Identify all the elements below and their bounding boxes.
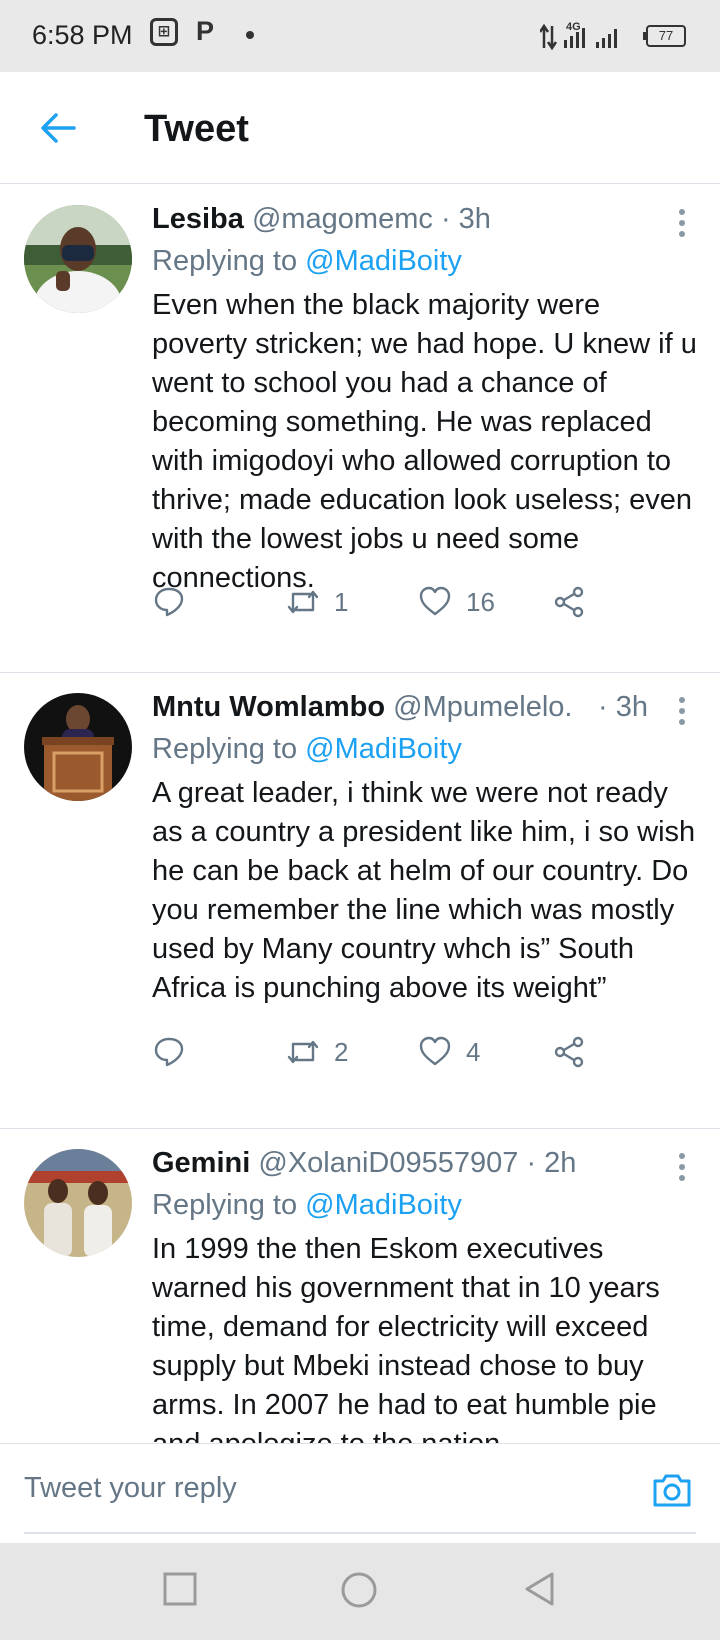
back-arrow-icon[interactable] (36, 106, 80, 150)
retweet-button[interactable]: 1 (286, 585, 348, 619)
retweet-button[interactable]: 2 (286, 1035, 348, 1069)
replying-to: Replying to @MadiBoity (152, 245, 462, 278)
replying-to-label: Replying to (152, 1189, 298, 1221)
heart-icon (419, 586, 451, 616)
tweet-time: · 3h (440, 203, 491, 235)
avatar[interactable] (24, 205, 132, 313)
share-icon (554, 586, 584, 618)
tweet-header: Mntu Womlambo @Mpumelelo... (152, 691, 570, 724)
reply-composer: Tweet your reply (0, 1443, 720, 1543)
parking-notification-icon: P (196, 16, 215, 46)
reply-input-underline (24, 1532, 696, 1534)
back-triangle-icon[interactable] (522, 1571, 558, 1607)
tweet-header: Gemini @XolaniD09557907 · 2h (152, 1147, 650, 1180)
recents-square-icon[interactable] (162, 1571, 198, 1607)
like-count: 4 (466, 1036, 481, 1067)
status-time: 6:58 PM (32, 20, 133, 50)
tweet-actions: 2 4 (152, 1035, 652, 1075)
more-notifications-dot-icon (246, 31, 254, 39)
replying-to-mention[interactable]: @MadiBoity (305, 245, 462, 277)
like-button[interactable]: 16 (418, 585, 495, 619)
tweet-item[interactable]: Gemini @XolaniD09557907 · 2h Replying to… (0, 1129, 720, 1443)
replying-to-label: Replying to (152, 245, 298, 277)
author-handle[interactable]: @magomemc (252, 203, 433, 235)
share-button[interactable] (552, 585, 586, 619)
more-options-icon[interactable] (674, 209, 690, 241)
tweet-header: Lesiba @magomemc · 3h (152, 203, 650, 236)
top-app-bar: Tweet (0, 72, 720, 184)
share-button[interactable] (552, 1035, 586, 1069)
camera-icon[interactable] (650, 1468, 694, 1512)
reply-button[interactable] (152, 585, 186, 619)
author-name[interactable]: Mntu Womlambo (152, 691, 385, 723)
replying-to-mention[interactable]: @MadiBoity (305, 733, 462, 765)
more-options-icon[interactable] (674, 697, 690, 729)
tweet-text: Even when the black majority were povert… (152, 289, 697, 594)
more-options-icon[interactable] (674, 1153, 690, 1185)
tweet-actions: 1 16 (152, 585, 652, 625)
like-button[interactable]: 4 (418, 1035, 480, 1069)
author-name[interactable]: Lesiba (152, 203, 244, 235)
tweet-item[interactable]: Lesiba @magomemc · 3h Replying to @MadiB… (0, 185, 720, 673)
retweet-count: 1 (334, 586, 349, 617)
reply-button[interactable] (152, 1035, 186, 1069)
system-navigation-bar (0, 1543, 720, 1640)
retweet-icon (287, 590, 319, 614)
author-name[interactable]: Gemini (152, 1147, 250, 1179)
like-count: 16 (466, 586, 495, 617)
app-notification-icon: ⊞ (150, 18, 178, 46)
share-icon (554, 1036, 584, 1068)
replying-to-label: Replying to (152, 733, 298, 765)
tweet-item[interactable]: Mntu Womlambo @Mpumelelo... · 3h Replyin… (0, 673, 720, 1129)
tweet-text: In 1999 the then Eskom executives warned… (152, 1233, 660, 1443)
replying-to: Replying to @MadiBoity (152, 1189, 462, 1222)
retweet-count: 2 (334, 1036, 349, 1067)
avatar[interactable] (24, 693, 132, 801)
author-handle[interactable]: @Mpumelelo... (393, 691, 570, 723)
home-circle-icon[interactable] (340, 1571, 378, 1609)
tweet-text: A great leader, i think we were not read… (152, 777, 696, 1004)
replying-to-mention[interactable]: @MadiBoity (305, 1189, 462, 1221)
reply-list[interactable]: Lesiba @magomemc · 3h Replying to @MadiB… (0, 185, 720, 1443)
author-handle[interactable]: @XolaniD09557907 (258, 1147, 518, 1179)
reply-input[interactable]: Tweet your reply (24, 1472, 237, 1505)
tweet-time: · 3h (598, 691, 648, 723)
replying-to: Replying to @MadiBoity (152, 733, 462, 766)
tweet-time: · 2h (526, 1147, 577, 1179)
network-type: 4G (566, 21, 581, 33)
retweet-icon (287, 1040, 319, 1064)
page-title: Tweet (144, 108, 249, 150)
reply-icon (154, 1037, 184, 1067)
reply-icon (154, 587, 184, 617)
avatar[interactable] (24, 1149, 132, 1257)
battery-icon: 77 (643, 25, 686, 47)
heart-icon (419, 1036, 451, 1066)
status-bar: 6:58 PM ⊞ P 4G 77 (0, 0, 720, 72)
signal-icon: 4G (540, 21, 617, 51)
